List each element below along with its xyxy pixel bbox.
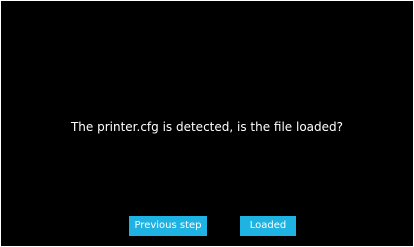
- loaded-button[interactable]: Loaded: [240, 216, 296, 236]
- previous-step-button[interactable]: Previous step: [129, 216, 207, 236]
- dialog-message: The printer.cfg is detected, is the file…: [70, 120, 344, 134]
- dialog-screen: The printer.cfg is detected, is the file…: [1, 1, 413, 246]
